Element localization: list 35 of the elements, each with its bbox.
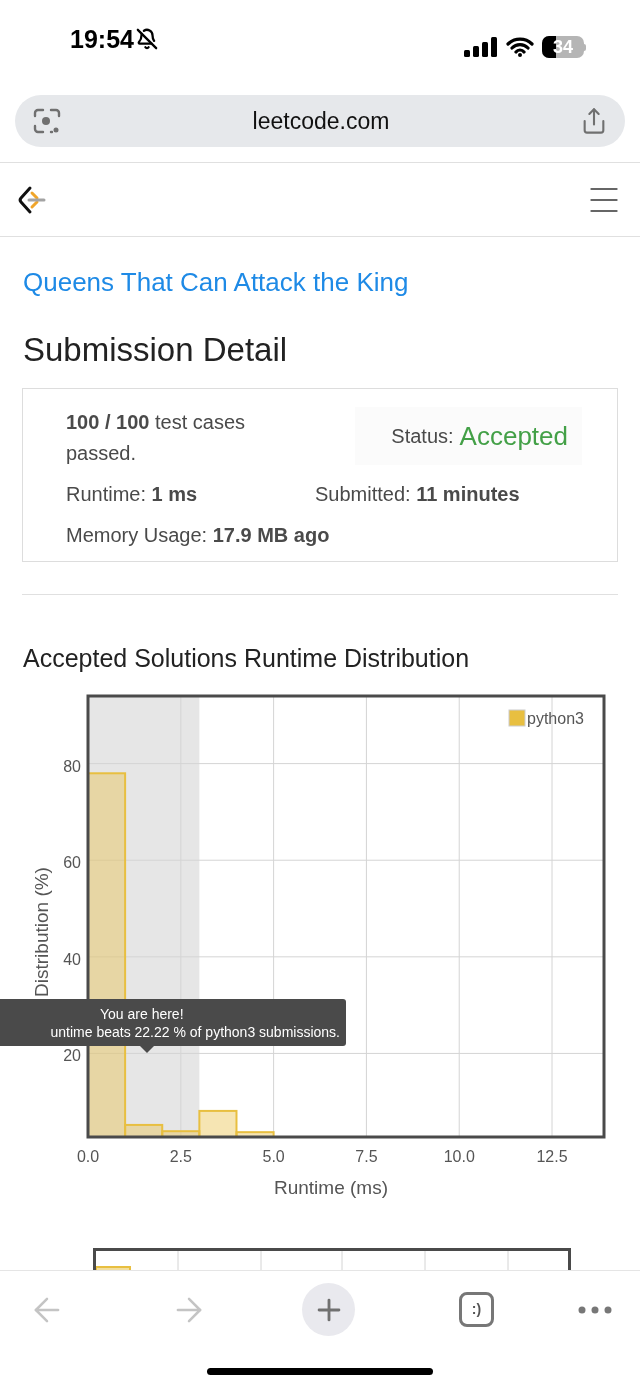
chart-title: Accepted Solutions Runtime Distribution: [23, 643, 471, 674]
new-tab-button[interactable]: [302, 1283, 355, 1336]
runtime-text: Runtime: 1 ms: [66, 482, 199, 507]
bell-off-icon: [135, 28, 158, 51]
test-cases-text: 100 / 100 test cases passed.: [66, 410, 247, 466]
camera-icon: [32, 106, 62, 136]
x-tick-label: 10.0: [443, 1148, 475, 1165]
problem-title-link[interactable]: Queens That Can Attack the King: [23, 266, 617, 298]
status-value: Accepted: [459, 420, 568, 452]
clock-time: 19:54: [70, 23, 134, 55]
page-heading: Submission Detail: [23, 330, 289, 370]
logo-icon[interactable]: [17, 184, 47, 215]
more-icon[interactable]: [578, 1304, 612, 1315]
x-tick-label: 12.5: [536, 1148, 568, 1165]
y-tick-label: 20: [63, 1047, 81, 1065]
x-tick-label: 2.5: [169, 1148, 192, 1165]
x-tick-label: 5.0: [262, 1148, 285, 1165]
y-tick-label: 60: [63, 854, 81, 872]
tabs-button[interactable]: :): [459, 1292, 494, 1327]
submitted-text: Submitted: 11 minutes: [315, 482, 521, 507]
signal-icon: [464, 37, 498, 57]
tooltip-title: You are here!: [99, 1004, 184, 1023]
status-label: Status:: [391, 423, 454, 449]
y-tick-label: 80: [63, 757, 81, 775]
x-tick-label: 7.5: [355, 1148, 378, 1165]
url-text: leetcode.com: [252, 106, 390, 136]
wifi-icon: [506, 37, 534, 57]
tooltip-text: untime beats 22.22 % of python3 submissions.: [50, 1022, 340, 1041]
memory-text: Memory Usage: 17.9 MB ago: [66, 523, 330, 548]
legend-label: python3: [527, 710, 584, 727]
y-tick-label: 40: [63, 950, 81, 968]
address-bar[interactable]: leetcode.com: [15, 95, 625, 147]
y-axis-label: Distribution (%): [31, 867, 52, 997]
x-axis-label: Runtime (ms): [274, 1177, 388, 1198]
x-tick-label: 0.0: [76, 1148, 100, 1165]
